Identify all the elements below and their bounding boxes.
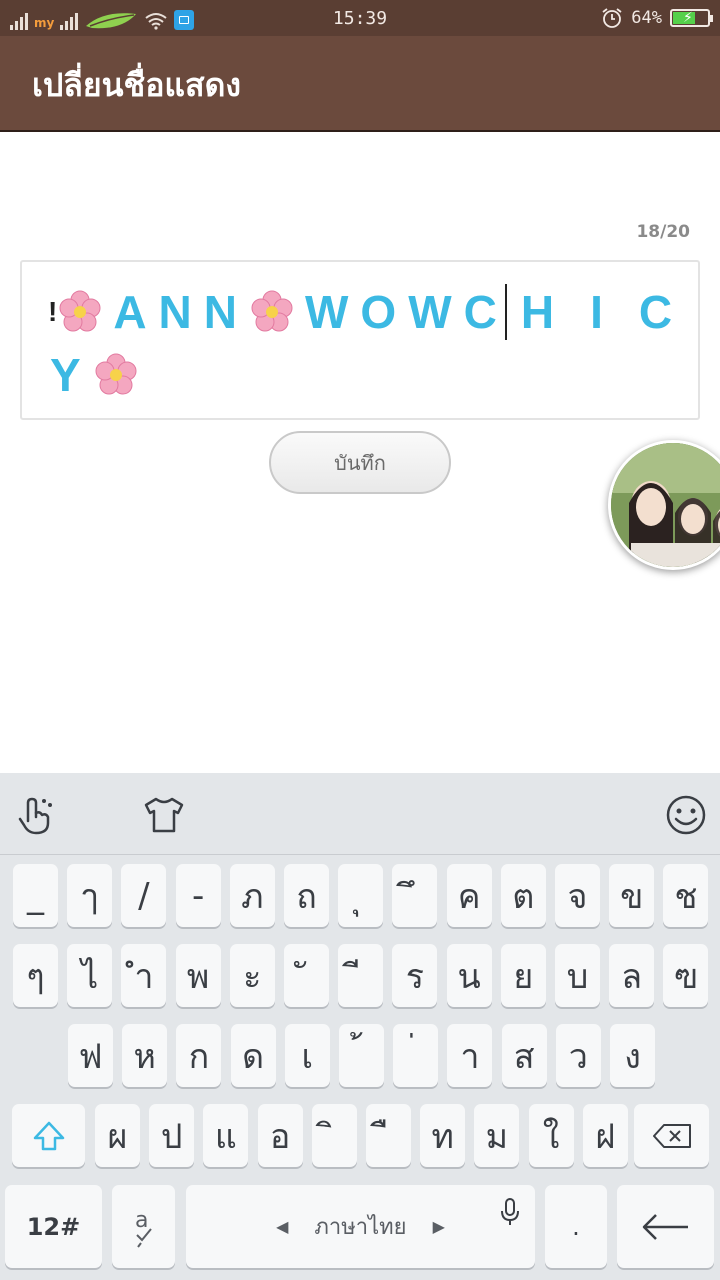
keyboard-toolbar [0, 773, 720, 855]
key-row2-11[interactable]: ล [609, 944, 655, 1007]
battery-percent: 64% [631, 8, 662, 28]
space-bar[interactable]: ◀ ภาษาไทย ▶ [186, 1185, 535, 1268]
key-row2-3[interactable]: พ [175, 944, 221, 1007]
key-row2-7[interactable]: ร [392, 944, 438, 1007]
spellcheck-icon: a [135, 1208, 152, 1248]
display-name-input[interactable]: ! ANN WOWC HIC Y [20, 260, 700, 420]
right-arrow-icon: ▶ [432, 1217, 445, 1236]
svg-text:a: a [135, 1208, 148, 1233]
language-label: ภาษาไทย [314, 1215, 407, 1240]
key-row2-5[interactable]: ั [284, 944, 329, 1007]
space-bar-label: ◀ ภาษาไทย ▶ [276, 1209, 445, 1244]
key-row3-9[interactable]: ว [555, 1024, 601, 1087]
key-row1-3[interactable]: - [175, 864, 221, 927]
status-icons-right: 64% ⚡ [601, 6, 713, 30]
key-row1-10[interactable]: จ [555, 864, 600, 927]
shift-key[interactable] [12, 1104, 85, 1167]
numbers-key[interactable]: 12# [5, 1185, 102, 1268]
cherry-blossom-icon [59, 290, 101, 332]
microphone-icon [501, 1198, 519, 1225]
emoji-smiley-icon[interactable] [664, 793, 708, 837]
avatar-photo-icon [611, 443, 720, 567]
key-row1-12[interactable]: ช [663, 864, 709, 927]
key-row2-4[interactable]: ะ [229, 944, 275, 1007]
text-cursor [504, 284, 507, 340]
key-row3-4[interactable]: เ [284, 1024, 330, 1087]
key-row4-6[interactable]: ท [420, 1104, 466, 1167]
key-row3-10[interactable]: ง [610, 1024, 655, 1087]
key-row1-1[interactable]: ๅ [67, 864, 113, 927]
key-row2-12[interactable]: ฃ [663, 944, 709, 1007]
name-segment-4: Y [50, 349, 93, 401]
key-row1-9[interactable]: ต [500, 864, 546, 927]
key-row4-0[interactable]: ผ [95, 1104, 140, 1167]
key-row1-4[interactable]: ภ [229, 864, 275, 927]
key-row3-5[interactable]: ้ [339, 1024, 384, 1087]
key-row3-3[interactable]: ด [230, 1024, 276, 1087]
alarm-icon [602, 8, 622, 28]
save-button[interactable]: บันทึก [269, 431, 451, 494]
key-row1-0[interactable]: _ [13, 864, 58, 927]
key-row4-2[interactable]: แ [203, 1104, 249, 1167]
page-title: เปลี่ยนชื่อแสดง [32, 66, 241, 104]
key-row2-9[interactable]: ย [500, 944, 546, 1007]
key-row2-2[interactable]: ำ [121, 944, 167, 1007]
key-row4-9[interactable]: ฝ [582, 1104, 628, 1167]
key-row4-5[interactable]: ื [366, 1104, 411, 1167]
key-row1-5[interactable]: ถ [284, 864, 329, 927]
key-row1-11[interactable]: ข [609, 864, 655, 927]
enter-key[interactable] [617, 1185, 714, 1268]
app-bar: เปลี่ยนชื่อแสดง [0, 36, 720, 132]
name-line-1: ! ANN WOWC HIC [48, 284, 708, 340]
name-segment-1: ANN [113, 286, 249, 338]
key-row1-7[interactable]: ึ [392, 864, 438, 927]
language-switch-key[interactable]: a [112, 1185, 175, 1268]
cherry-blossom-icon [95, 353, 137, 395]
key-row1-6[interactable]: ุ [338, 864, 384, 927]
name-segment-2: WOWC [305, 286, 509, 338]
key-row2-8[interactable]: น [446, 944, 492, 1007]
floating-avatar-photo[interactable] [608, 440, 720, 570]
gesture-typing-icon[interactable] [14, 793, 58, 837]
battery-charging-icon: ⚡ [670, 9, 713, 27]
key-row4-4[interactable]: ิ [311, 1104, 357, 1167]
shift-arrow-icon [33, 1121, 64, 1150]
key-row4-7[interactable]: ม [474, 1104, 520, 1167]
key-row1-2[interactable]: / [121, 864, 167, 927]
key-row1-8[interactable]: ค [446, 864, 492, 927]
key-row3-6[interactable]: ่ [393, 1024, 439, 1087]
enter-arrow-icon [642, 1213, 688, 1240]
name-line-2: Y [50, 348, 149, 402]
status-bar: my 15:39 64% ⚡ [0, 0, 720, 36]
key-row2-6[interactable]: ี [338, 944, 384, 1007]
backspace-icon [652, 1123, 691, 1148]
key-row4-8[interactable]: ใ [528, 1104, 574, 1167]
key-row4-3[interactable]: อ [257, 1104, 303, 1167]
backspace-key[interactable] [634, 1104, 709, 1167]
key-row3-1[interactable]: ห [122, 1024, 168, 1087]
key-row2-10[interactable]: บ [555, 944, 600, 1007]
key-row3-2[interactable]: ก [176, 1024, 222, 1087]
key-row3-8[interactable]: ส [501, 1024, 547, 1087]
left-arrow-icon: ◀ [276, 1217, 289, 1236]
period-key[interactable]: . [545, 1185, 607, 1268]
theme-shirt-icon[interactable] [142, 793, 186, 837]
key-row2-1[interactable]: ไ [67, 944, 113, 1007]
character-counter: 18/20 [636, 222, 690, 242]
name-prefix: ! [48, 296, 58, 327]
key-row3-0[interactable]: ฟ [68, 1024, 113, 1087]
key-row4-1[interactable]: ป [149, 1104, 195, 1167]
thai-keyboard: _ๅ/-ภถุึคตจขชๆไำพะัีรนยบลฃฟหกดเ้่าสวงผปแ… [0, 773, 720, 1280]
name-segment-3: HIC [520, 286, 709, 338]
cherry-blossom-icon [251, 290, 293, 332]
key-row3-7[interactable]: า [447, 1024, 493, 1087]
key-row2-0[interactable]: ๆ [13, 944, 58, 1007]
